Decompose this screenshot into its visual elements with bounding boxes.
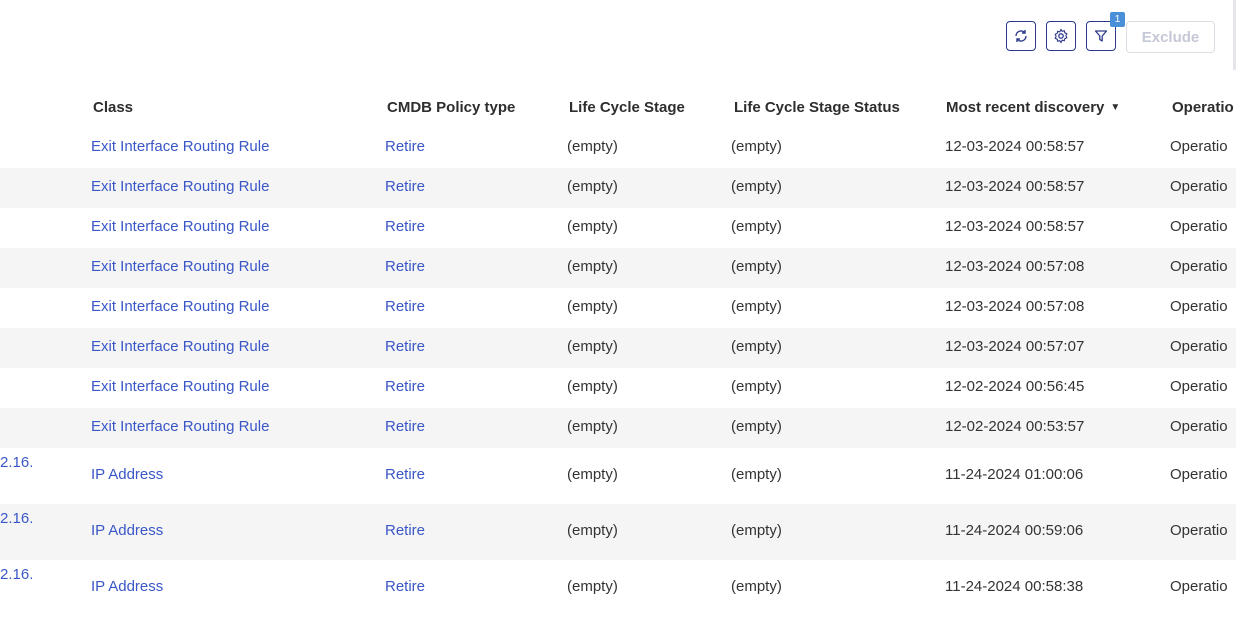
most-recent-discovery-cell: 12-03-2024 00:58:57 — [945, 218, 1085, 235]
table-row[interactable]: Exit Interface Routing Rule Retire (empty)… — [0, 208, 1236, 248]
class-cell[interactable]: Exit Interface Routing Rule — [91, 378, 269, 395]
row-name-cell[interactable]: 2.16. — [0, 454, 33, 471]
column-header-operational[interactable]: Operatio — [1172, 88, 1234, 128]
life-cycle-stage-cell: (empty) — [567, 218, 618, 235]
table-row[interactable]: 2.16. IP Address Retire (empty) (empty) 11-24… — [0, 504, 1236, 560]
table-row[interactable]: Exit Interface Routing Rule Retire (empty)… — [0, 288, 1236, 328]
refresh-icon — [1015, 30, 1027, 42]
most-recent-discovery-cell: 12-03-2024 00:57:07 — [945, 338, 1085, 355]
life-cycle-stage-status-cell: (empty) — [731, 178, 782, 195]
table-row[interactable]: 2.16. IP Address Retire (empty) (empty) 11-24… — [0, 560, 1236, 616]
life-cycle-stage-status-cell: (empty) — [731, 522, 782, 539]
life-cycle-stage-cell: (empty) — [567, 298, 618, 315]
operational-status-cell: Operatio — [1170, 298, 1228, 315]
row-name-cell[interactable]: 2.16. — [0, 566, 33, 583]
policy-type-cell[interactable]: Retire — [385, 578, 425, 595]
class-cell[interactable]: Exit Interface Routing Rule — [91, 298, 269, 315]
exclude-button[interactable]: Exclude — [1126, 21, 1215, 53]
operational-status-cell: Operatio — [1170, 138, 1228, 155]
most-recent-discovery-cell: 11-24-2024 00:59:06 — [945, 522, 1084, 539]
life-cycle-stage-cell: (empty) — [567, 138, 618, 155]
class-cell[interactable]: IP Address — [91, 466, 163, 483]
column-header-label: Most recent discovery — [946, 99, 1105, 116]
life-cycle-stage-cell: (empty) — [567, 418, 618, 435]
filter-count-badge: 1 — [1110, 12, 1125, 27]
class-cell[interactable]: Exit Interface Routing Rule — [91, 138, 269, 155]
policy-type-cell[interactable]: Retire — [385, 298, 425, 315]
policy-type-cell[interactable]: Retire — [385, 522, 425, 539]
life-cycle-stage-status-cell: (empty) — [731, 298, 782, 315]
most-recent-discovery-cell: 12-03-2024 00:58:57 — [945, 178, 1085, 195]
life-cycle-stage-cell: (empty) — [567, 378, 618, 395]
life-cycle-stage-status-cell: (empty) — [731, 578, 782, 595]
life-cycle-stage-cell: (empty) — [567, 178, 618, 195]
column-header-life-cycle-stage-status[interactable]: Life Cycle Stage Status — [734, 88, 900, 128]
table-row[interactable]: Exit Interface Routing Rule Retire (empty)… — [0, 408, 1236, 448]
operational-status-cell: Operatio — [1170, 338, 1228, 355]
life-cycle-stage-cell: (empty) — [567, 578, 618, 595]
table-row[interactable]: Exit Interface Routing Rule Retire (empty)… — [0, 328, 1236, 368]
gear-icon — [1054, 28, 1068, 44]
class-cell[interactable]: IP Address — [91, 578, 163, 595]
life-cycle-stage-status-cell: (empty) — [731, 418, 782, 435]
class-cell[interactable]: Exit Interface Routing Rule — [91, 178, 269, 195]
life-cycle-stage-status-cell: (empty) — [731, 338, 782, 355]
table-row[interactable]: 2.16. IP Address Retire (empty) (empty) 11-24… — [0, 448, 1236, 504]
table-row[interactable]: Exit Interface Routing Rule Retire (empty)… — [0, 128, 1236, 168]
most-recent-discovery-cell: 12-02-2024 00:56:45 — [945, 378, 1085, 395]
most-recent-discovery-cell: 11-24-2024 00:58:38 — [945, 578, 1084, 595]
operational-status-cell: Operatio — [1170, 578, 1228, 595]
most-recent-discovery-cell: 11-24-2024 01:00:06 — [945, 466, 1084, 483]
most-recent-discovery-cell: 12-03-2024 00:58:57 — [945, 138, 1085, 155]
policy-type-cell[interactable]: Retire — [385, 258, 425, 275]
column-header-most-recent-discovery[interactable]: Most recent discovery ▼ — [946, 88, 1120, 128]
refresh-button[interactable] — [1006, 21, 1036, 51]
class-cell[interactable]: Exit Interface Routing Rule — [91, 338, 269, 355]
most-recent-discovery-cell: 12-03-2024 00:57:08 — [945, 298, 1085, 315]
column-header-policy-type[interactable]: CMDB Policy type — [387, 88, 515, 128]
life-cycle-stage-status-cell: (empty) — [731, 378, 782, 395]
operational-status-cell: Operatio — [1170, 466, 1228, 483]
operational-status-cell: Operatio — [1170, 178, 1228, 195]
policy-type-cell[interactable]: Retire — [385, 378, 425, 395]
filter-icon — [1094, 30, 1108, 42]
policy-type-cell[interactable]: Retire — [385, 418, 425, 435]
life-cycle-stage-status-cell: (empty) — [731, 138, 782, 155]
row-name-cell[interactable]: 2.16. — [0, 510, 33, 527]
life-cycle-stage-cell: (empty) — [567, 258, 618, 275]
life-cycle-stage-status-cell: (empty) — [731, 218, 782, 235]
operational-status-cell: Operatio — [1170, 418, 1228, 435]
life-cycle-stage-status-cell: (empty) — [731, 258, 782, 275]
operational-status-cell: Operatio — [1170, 378, 1228, 395]
life-cycle-stage-cell: (empty) — [567, 338, 618, 355]
operational-status-cell: Operatio — [1170, 258, 1228, 275]
table-row[interactable]: Exit Interface Routing Rule Retire (empty)… — [0, 168, 1236, 208]
class-cell[interactable]: IP Address — [91, 522, 163, 539]
column-header-class[interactable]: Class — [93, 88, 133, 128]
policy-type-cell[interactable]: Retire — [385, 138, 425, 155]
life-cycle-stage-cell: (empty) — [567, 466, 618, 483]
settings-button[interactable] — [1046, 21, 1076, 51]
sort-descending-icon: ▼ — [1110, 102, 1121, 114]
policy-type-cell[interactable]: Retire — [385, 338, 425, 355]
table-row[interactable]: Exit Interface Routing Rule Retire (empty)… — [0, 368, 1236, 408]
table-row[interactable]: Exit Interface Routing Rule Retire (empty)… — [0, 248, 1236, 288]
life-cycle-stage-status-cell: (empty) — [731, 466, 782, 483]
operational-status-cell: Operatio — [1170, 218, 1228, 235]
policy-type-cell[interactable]: Retire — [385, 178, 425, 195]
life-cycle-stage-cell: (empty) — [567, 522, 618, 539]
class-cell[interactable]: Exit Interface Routing Rule — [91, 258, 269, 275]
most-recent-discovery-cell: 12-02-2024 00:53:57 — [945, 418, 1085, 435]
most-recent-discovery-cell: 12-03-2024 00:57:08 — [945, 258, 1085, 275]
class-cell[interactable]: Exit Interface Routing Rule — [91, 218, 269, 235]
table-header: Class CMDB Policy type Life Cycle Stage … — [0, 88, 1236, 128]
class-cell[interactable]: Exit Interface Routing Rule — [91, 418, 269, 435]
filter-button[interactable]: 1 — [1086, 12, 1125, 51]
column-header-life-cycle-stage[interactable]: Life Cycle Stage — [569, 88, 685, 128]
policy-type-cell[interactable]: Retire — [385, 218, 425, 235]
operational-status-cell: Operatio — [1170, 522, 1228, 539]
table-body: Exit Interface Routing Rule Retire (empty)… — [0, 128, 1236, 616]
policy-type-cell[interactable]: Retire — [385, 466, 425, 483]
